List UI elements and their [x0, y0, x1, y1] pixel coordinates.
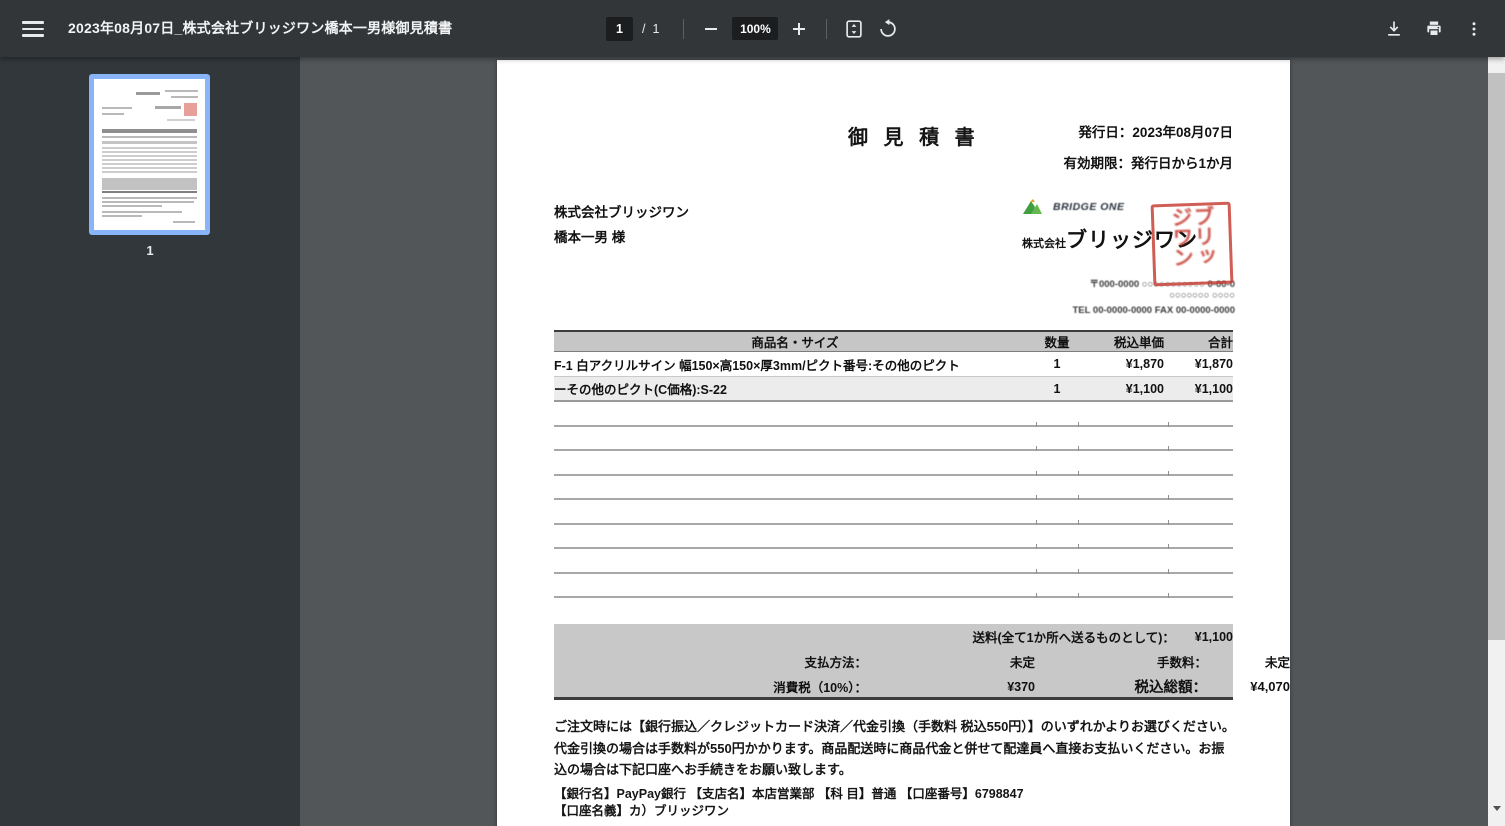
shipping-row: 送料(全て1か所へ送るものとして)： ¥1,100: [972, 629, 1233, 646]
totals-box: 送料(全て1か所へ送るものとして)： ¥1,100 支払方法： 未定 手数料： …: [554, 624, 1290, 700]
empty-row: [554, 402, 1233, 427]
pdf-page: 御 見 積 書 発行日：2023年08月07日 有効期限：発行日から1か月 株式…: [497, 60, 1290, 826]
recipient-company: 株式会社ブリッジワン: [554, 205, 689, 220]
empty-row: [554, 525, 1233, 549]
header-total: 合計: [1207, 336, 1233, 350]
header-product: 商品名・サイズ: [751, 336, 839, 350]
print-button[interactable]: [1417, 12, 1451, 46]
header-unit-price: 税込単価: [1113, 336, 1164, 350]
rotate-icon: [880, 18, 897, 37]
vertical-scrollbar: [1488, 57, 1505, 826]
header-quantity: 数量: [1044, 336, 1070, 350]
bank-info-line2: 【口座名義】カ）ブリッジワン: [554, 804, 730, 818]
print-icon: [1427, 21, 1441, 36]
scroll-up-button[interactable]: [1488, 57, 1505, 78]
tax-total-row: 消費税（10%）： ¥370 税込総額： ¥4,070: [554, 674, 1290, 699]
vendor-seal-stamp: ブリッジワン: [1150, 201, 1234, 287]
empty-row: [554, 500, 1233, 525]
thumbnail-panel: 1: [0, 57, 300, 826]
empty-row: [554, 574, 1233, 598]
empty-row: [554, 549, 1233, 574]
table-row: ーその他のピクト(C価格):S-22 1 ¥1,100 ¥1,100: [554, 377, 1233, 402]
empty-row: [554, 451, 1233, 476]
minus-icon: [705, 27, 718, 30]
grand-total-value: ¥4,070: [1250, 679, 1290, 694]
bank-info-line1: 【銀行名】PayPay銀行 【支店名】本店営業部 【科 目】普通 【口座番号】6…: [554, 787, 1024, 801]
more-options-button[interactable]: [1457, 12, 1491, 46]
page-zoom-controls: / 1 100%: [606, 0, 905, 57]
fit-page-icon: [846, 19, 863, 38]
menu-button[interactable]: [22, 17, 46, 39]
payment-notes: ご注文時には【銀行振込／クレジットカード決済／代金引換（手数料 税込550円）】…: [554, 719, 1235, 777]
vendor-address-line: TEL 00-0000-0000 FAX 00-0000-0000: [1072, 305, 1236, 316]
thumbnail-page-number: 1: [146, 243, 154, 258]
items-table: 商品名・サイズ 数量 税込単価 合計 F-1 白アクリルサイン 幅150×高15…: [554, 330, 1233, 598]
toolbar-divider: [683, 18, 685, 39]
table-header-row: 商品名・サイズ 数量 税込単価 合計: [554, 330, 1233, 352]
scroll-down-icon: [1492, 805, 1501, 826]
fit-page-button[interactable]: [837, 12, 871, 46]
empty-row: [554, 427, 1233, 451]
hamburger-icon: [22, 21, 44, 24]
plus-icon: [793, 22, 806, 35]
validity-period: 有効期限：発行日から1か月: [1063, 156, 1233, 171]
toolbar-right-actions: [1377, 0, 1491, 57]
payment-fee-row: 支払方法： 未定 手数料： 未定: [804, 656, 1290, 670]
zoom-out-button[interactable]: [694, 12, 728, 46]
rotate-button[interactable]: [871, 12, 905, 46]
recipient-name: 橋本一男 様: [554, 230, 626, 245]
viewer-content-area: 御 見 積 書 発行日：2023年08月07日 有効期限：発行日から1か月 株式…: [300, 57, 1488, 826]
bank-info: 【銀行名】PayPay銀行 【支店名】本店営業部 【科 目】普通 【口座番号】6…: [554, 786, 1235, 820]
toolbar-divider: [826, 18, 828, 39]
download-button[interactable]: [1377, 12, 1411, 46]
scrollbar-thumb[interactable]: [1488, 73, 1505, 640]
page-thumbnail[interactable]: [89, 74, 210, 235]
zoom-in-button[interactable]: [782, 12, 816, 46]
page-count-label: 1: [652, 21, 660, 36]
document-title: 2023年08月07日_株式会社ブリッジワン橋本一男様御見積書: [68, 20, 453, 36]
pdf-toolbar: 2023年08月07日_株式会社ブリッジワン橋本一男様御見積書 / 1 100%: [0, 0, 1505, 57]
more-options-icon: [1472, 21, 1476, 36]
table-row: F-1 白アクリルサイン 幅150×高150×厚3mm/ピクト番号:その他のピク…: [554, 352, 1233, 377]
page-separator: /: [642, 21, 646, 36]
thumbnail-preview: [94, 79, 205, 230]
empty-row: [554, 476, 1233, 500]
vendor-logo-text: BRIDGE ONE: [1053, 201, 1125, 213]
vendor-address-line: ○○○○○○○ ○○○○: [1169, 290, 1235, 301]
grand-total-label: 税込総額：: [1134, 680, 1208, 696]
estimate-title: 御 見 積 書: [848, 127, 980, 149]
vendor-logo-row: BRIDGE ONE: [1022, 198, 1125, 216]
vendor-block: BRIDGE ONE 株式会社ブリッジワン ブリッジワン 〒000-0000 ○…: [1020, 196, 1235, 326]
vendor-logo-icon: [1023, 199, 1042, 214]
page-number-input[interactable]: [606, 16, 633, 41]
zoom-level: 100%: [732, 17, 779, 40]
issue-date: 発行日：2023年08月07日: [1078, 125, 1233, 140]
download-icon: [1388, 21, 1400, 36]
scroll-down-button[interactable]: [1488, 805, 1505, 826]
